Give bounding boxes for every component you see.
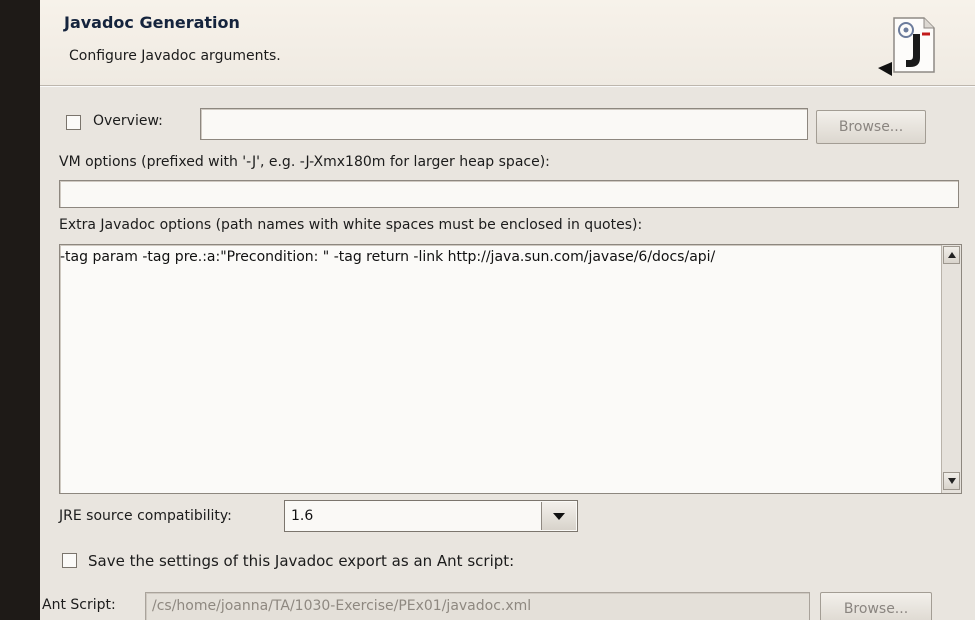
arrow-up-icon [948,252,956,258]
chevron-down-icon [553,513,565,520]
overview-browse-button[interactable]: Browse... [816,110,926,144]
jre-compat-value: 1.6 [291,508,314,524]
javadoc-wizard-icon [878,17,935,76]
banner-title: Javadoc Generation [64,13,240,32]
overview-checkbox[interactable] [66,115,81,130]
scroll-down-button[interactable] [943,472,960,490]
ant-script-field[interactable]: /cs/home/joanna/TA/1030-Exercise/PEx01/j… [145,592,810,620]
vm-options-label: VM options (prefixed with '-J', e.g. -J-… [59,154,550,170]
save-settings-checkbox[interactable] [62,553,77,568]
ant-script-path: /cs/home/joanna/TA/1030-Exercise/PEx01/j… [152,598,532,614]
arrow-down-icon [948,478,956,484]
jre-compat-combo[interactable]: 1.6 [284,500,578,532]
ant-script-browse-button[interactable]: Browse... [820,592,932,620]
scroll-up-button[interactable] [943,246,960,264]
javadoc-generation-dialog: Javadoc Generation Configure Javadoc arg… [40,0,975,620]
save-settings-label: Save the settings of this Javadoc export… [88,552,515,570]
vm-options-field[interactable] [59,180,959,208]
overview-label: Overview: [93,113,163,129]
extra-options-label: Extra Javadoc options (path names with w… [59,217,643,233]
extra-options-textarea[interactable]: -tag param -tag pre.:a:"Precondition: " … [59,244,962,494]
wizard-banner: Javadoc Generation Configure Javadoc arg… [40,0,975,86]
combo-dropdown-button[interactable] [541,502,576,530]
banner-divider [40,86,975,87]
banner-description: Configure Javadoc arguments. [69,48,281,64]
ant-script-label: Ant Script: [42,597,116,613]
jre-compat-label: JRE source compatibility: [59,508,232,524]
extra-options-text: -tag param -tag pre.:a:"Precondition: " … [60,249,716,265]
textarea-scrollbar[interactable] [941,245,961,493]
overview-field[interactable] [200,108,808,140]
